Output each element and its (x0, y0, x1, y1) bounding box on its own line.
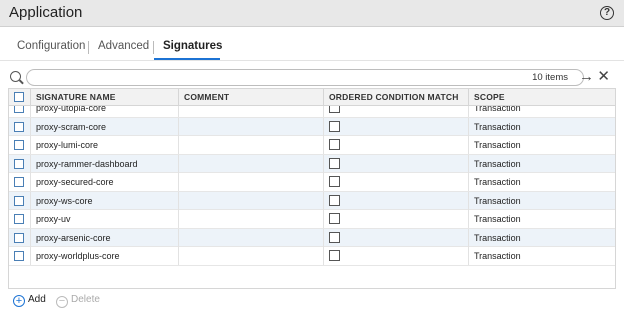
column-header-ordered-condition-match[interactable]: ORDERED CONDITION MATCH (324, 89, 468, 106)
table-row[interactable]: proxy-ws-core Transaction (9, 191, 615, 210)
row-checkbox[interactable] (14, 158, 24, 169)
tab-separator (153, 41, 154, 54)
table-row[interactable]: proxy-utopia-core Transaction (9, 106, 615, 118)
scope-cell: Transaction (474, 195, 521, 206)
search-bar: 10 items → ✕ (8, 68, 616, 88)
add-button-label: Add (28, 294, 46, 305)
tab-advanced[interactable]: Advanced (98, 40, 149, 52)
column-header-comment[interactable]: COMMENT (179, 89, 323, 106)
scope-cell: Transaction (474, 251, 521, 261)
table-row[interactable]: proxy-arsenic-core Transaction (9, 228, 615, 247)
ordered-condition-match-checkbox[interactable] (329, 139, 340, 150)
comment-cell (179, 106, 323, 117)
scope-cell: Transaction (474, 140, 521, 150)
scope-cell: Transaction (474, 121, 521, 132)
table-row[interactable]: proxy-rammer-dashboard Transaction (9, 154, 615, 173)
signature-name-cell[interactable]: proxy-ws-core (31, 192, 179, 210)
comment-cell (179, 192, 323, 210)
signature-name-cell[interactable]: proxy-lumi-core (31, 136, 179, 154)
active-tab-indicator (154, 58, 220, 60)
search-input[interactable] (26, 69, 584, 86)
delete-button[interactable]: − Delete (56, 294, 100, 308)
comment-cell (179, 229, 323, 247)
tab-signatures[interactable]: Signatures (163, 40, 222, 52)
table-toolbar: + Add − Delete (0, 289, 624, 322)
table-header: SIGNATURE NAME COMMENT ORDERED CONDITION… (9, 89, 615, 106)
dialog-title: Application (9, 4, 83, 21)
add-icon: + (13, 295, 25, 307)
ordered-condition-match-checkbox[interactable] (329, 213, 340, 224)
row-checkbox[interactable] (14, 251, 24, 261)
table-row[interactable]: proxy-uv Transaction (9, 210, 615, 229)
ordered-condition-match-checkbox[interactable] (329, 250, 340, 261)
column-header-scope[interactable]: SCOPE (469, 89, 615, 106)
help-icon[interactable]: ? (600, 6, 614, 20)
row-checkbox[interactable] (14, 121, 24, 132)
ordered-condition-match-checkbox[interactable] (329, 176, 340, 187)
table-row[interactable]: proxy-worldplus-core Transaction (9, 247, 615, 266)
scope-cell: Transaction (474, 106, 521, 113)
ordered-condition-match-checkbox[interactable] (329, 231, 340, 243)
scope-cell: Transaction (474, 214, 521, 224)
row-checkbox[interactable] (14, 232, 24, 243)
row-checkbox[interactable] (14, 214, 24, 224)
title-bar: Application ? (0, 0, 624, 27)
ordered-condition-match-checkbox[interactable] (329, 120, 340, 132)
signature-name-cell[interactable]: proxy-worldplus-core (31, 247, 179, 265)
select-all-checkbox[interactable] (14, 92, 24, 102)
table-row[interactable]: proxy-scram-core Transaction (9, 117, 615, 136)
arrow-right-icon[interactable]: → (579, 69, 594, 85)
signature-name-cell[interactable]: proxy-rammer-dashboard (31, 155, 179, 173)
table-row[interactable]: proxy-lumi-core Transaction (9, 136, 615, 155)
row-checkbox[interactable] (14, 140, 24, 150)
comment-cell (179, 247, 323, 265)
items-count: 10 items (532, 72, 568, 83)
delete-button-label: Delete (71, 294, 100, 305)
table-body: proxy-utopia-core Transaction proxy-scra… (9, 106, 615, 288)
comment-cell (179, 173, 323, 191)
signature-name-cell[interactable]: proxy-scram-core (31, 118, 179, 136)
close-icon[interactable]: ✕ (597, 69, 610, 85)
signatures-table: SIGNATURE NAME COMMENT ORDERED CONDITION… (8, 88, 616, 289)
comment-cell (179, 118, 323, 136)
ordered-condition-match-checkbox[interactable] (329, 157, 340, 169)
row-checkbox[interactable] (14, 177, 24, 187)
signature-name-cell[interactable]: proxy-secured-core (31, 173, 179, 191)
scope-cell: Transaction (474, 158, 521, 169)
delete-icon: − (56, 296, 68, 308)
ordered-condition-match-checkbox[interactable] (329, 106, 340, 113)
comment-cell (179, 136, 323, 154)
tab-separator (88, 41, 89, 54)
row-checkbox[interactable] (14, 106, 24, 113)
signature-name-cell[interactable]: proxy-uv (31, 210, 179, 228)
ordered-condition-match-checkbox[interactable] (329, 194, 340, 206)
row-checkbox[interactable] (14, 195, 24, 206)
comment-cell (179, 210, 323, 228)
column-header-signature-name[interactable]: SIGNATURE NAME (31, 89, 179, 106)
comment-cell (179, 155, 323, 173)
tab-bar: Configuration Advanced Signatures (0, 27, 624, 61)
scope-cell: Transaction (474, 177, 521, 187)
signature-name-cell[interactable]: proxy-arsenic-core (31, 229, 179, 247)
scope-cell: Transaction (474, 232, 521, 243)
search-icon (10, 71, 21, 82)
add-button[interactable]: + Add (13, 294, 46, 307)
table-row[interactable]: proxy-secured-core Transaction (9, 173, 615, 192)
tab-configuration[interactable]: Configuration (17, 40, 85, 52)
signature-name-cell[interactable]: proxy-utopia-core (31, 106, 179, 117)
